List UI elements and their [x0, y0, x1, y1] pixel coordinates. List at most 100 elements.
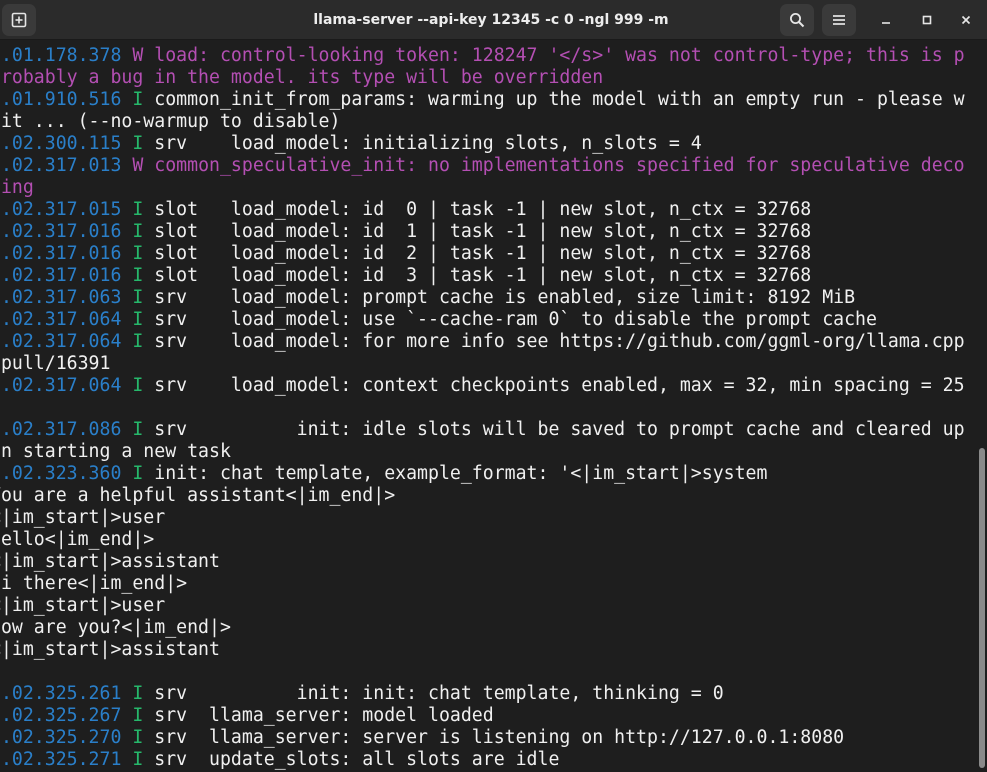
log-line: How are you?<|im_end|> — [0, 617, 976, 639]
log-timestamp: 0.02.317.064 — [0, 375, 122, 396]
log-level: I — [132, 375, 144, 396]
minimize-icon — [882, 22, 890, 24]
log-message: srv load_model: context checkpoints enab… — [154, 375, 965, 396]
log-timestamp: 0.02.317.016 — [0, 243, 122, 264]
log-level: W — [132, 45, 144, 66]
log-level: I — [132, 331, 144, 352]
log-line: 0.02.317.064 I srv load_model: use `--ca… — [0, 309, 976, 331]
log-line: 0.01.910.516 I common_init_from_params: … — [0, 89, 976, 111]
log-level: I — [132, 199, 144, 220]
new-tab-button[interactable] — [2, 4, 36, 36]
log-continuation-text: ait ... (--no-warmup to disable) — [0, 111, 341, 132]
search-button[interactable] — [780, 4, 814, 36]
log-line: 0.02.317.086 I srv init: idle slots will… — [0, 419, 976, 441]
log-line: You are a helpful assistant<|im_end|> — [0, 485, 976, 507]
log-level: I — [132, 133, 144, 154]
hamburger-menu-icon — [833, 15, 845, 25]
maximize-button[interactable] — [914, 7, 940, 33]
log-timestamp: 0.02.317.013 — [0, 155, 122, 176]
log-message: slot load_model: id 2 | task -1 | new sl… — [154, 243, 812, 264]
log-line: 0.02.325.270 I srv llama_server: server … — [0, 727, 976, 749]
log-level: I — [132, 727, 144, 748]
log-line: 0.02.317.016 I slot load_model: id 3 | t… — [0, 265, 976, 287]
log-level: I — [132, 683, 144, 704]
log-line: <|im_start|>user — [0, 507, 976, 529]
log-message: srv load_model: use `--cache-ram 0` to d… — [154, 309, 877, 330]
log-message: slot load_model: id 0 | task -1 | new sl… — [154, 199, 812, 220]
log-timestamp: 0.02.323.360 — [0, 463, 122, 484]
close-icon — [961, 15, 971, 25]
log-line: 0.02.317.063 I srv load_model: prompt ca… — [0, 287, 976, 309]
log-continuation-text: <|im_start|>user — [0, 595, 166, 616]
log-message: srv init: init: chat template, thinking … — [154, 683, 724, 704]
log-continuation-text: on starting a new task — [0, 441, 231, 462]
title-bar: llama-server --api-key 12345 -c 0 -ngl 9… — [0, 0, 987, 40]
log-line: ait ... (--no-warmup to disable) — [0, 111, 976, 133]
log-continuation-text: probably a bug in the model. its type wi… — [0, 67, 604, 88]
log-continuation-text: ding — [0, 177, 34, 198]
log-message: srv load_model: initializing slots, n_sl… — [154, 133, 702, 154]
log-message: load: control-looking token: 128247 '</s… — [154, 45, 965, 66]
log-message: srv load_model: for more info see https:… — [154, 331, 965, 352]
log-level: I — [132, 309, 144, 330]
log-timestamp: 0.02.317.015 — [0, 199, 122, 220]
log-timestamp: 0.02.325.267 — [0, 705, 122, 726]
minimize-button[interactable] — [873, 7, 899, 33]
log-line: ' — [0, 661, 976, 683]
log-timestamp: 0.02.325.261 — [0, 683, 122, 704]
terminal-output[interactable]: 0.01.178.378 W load: control-looking tok… — [0, 45, 976, 772]
log-message: srv llama_server: server is listening on… — [154, 727, 845, 748]
log-line: <|im_start|>assistant — [0, 639, 976, 661]
log-line: 0.02.300.115 I srv load_model: initializ… — [0, 133, 976, 155]
log-level: I — [132, 221, 144, 242]
log-message: srv load_model: prompt cache is enabled,… — [154, 287, 856, 308]
log-continuation-text: <|im_start|>assistant — [0, 639, 220, 660]
log-continuation-text: How are you?<|im_end|> — [0, 617, 231, 638]
log-line: 0.02.317.016 I slot load_model: id 2 | t… — [0, 243, 976, 265]
log-message: srv llama_server: model loaded — [154, 705, 494, 726]
log-line: Hello<|im_end|> — [0, 529, 976, 551]
close-button[interactable] — [953, 7, 979, 33]
new-tab-icon — [11, 12, 27, 28]
log-level: I — [132, 89, 144, 110]
maximize-icon — [922, 15, 932, 25]
log-continuation-text: <|im_start|>assistant — [0, 551, 220, 572]
log-timestamp: 0.02.317.063 — [0, 287, 122, 308]
log-timestamp: 0.02.317.016 — [0, 221, 122, 242]
log-timestamp: 0.02.317.016 — [0, 265, 122, 286]
log-line: 0.02.323.360 I init: chat template, exam… — [0, 463, 976, 485]
log-timestamp: 0.02.317.064 — [0, 331, 122, 352]
log-level: I — [132, 419, 144, 440]
terminal-window: llama-server --api-key 12345 -c 0 -ngl 9… — [0, 0, 987, 772]
menu-button[interactable] — [822, 4, 856, 36]
log-message: common_init_from_params: warming up the … — [154, 89, 965, 110]
log-timestamp: 0.01.178.378 — [0, 45, 122, 66]
log-line: /pull/16391 — [0, 353, 976, 375]
log-message: slot load_model: id 3 | task -1 | new sl… — [154, 265, 812, 286]
log-line: ding — [0, 177, 976, 199]
log-timestamp: 0.02.317.086 — [0, 419, 122, 440]
log-level: I — [132, 705, 144, 726]
window-title: llama-server --api-key 12345 -c 0 -ngl 9… — [313, 12, 669, 28]
log-line: 0.02.325.267 I srv llama_server: model l… — [0, 705, 976, 727]
log-timestamp: 0.01.910.516 — [0, 89, 122, 110]
log-message: common_speculative_init: no implementati… — [154, 155, 965, 176]
log-timestamp: 0.02.325.270 — [0, 727, 122, 748]
log-line: <|im_start|>user — [0, 595, 976, 617]
log-timestamp: 0.02.317.064 — [0, 309, 122, 330]
scrollbar-thumb[interactable] — [979, 448, 985, 768]
log-line: probably a bug in the model. its type wi… — [0, 67, 976, 89]
log-continuation-text: <|im_start|>user — [0, 507, 166, 528]
log-line: 0.02.325.261 I srv init: init: chat temp… — [0, 683, 976, 705]
log-line: on starting a new task — [0, 441, 976, 463]
log-line: 0.02.317.015 I slot load_model: id 0 | t… — [0, 199, 976, 221]
log-message: srv update_slots: all slots are idle — [154, 749, 560, 770]
log-message: slot load_model: id 1 | task -1 | new sl… — [154, 221, 812, 242]
log-level: I — [132, 265, 144, 286]
log-level: I — [132, 463, 144, 484]
log-continuation-text: You are a helpful assistant<|im_end|> — [0, 485, 396, 506]
log-line: 0.02.317.013 W common_speculative_init: … — [0, 155, 976, 177]
log-timestamp: 0.02.325.271 — [0, 749, 122, 770]
log-level: W — [132, 155, 144, 176]
log-continuation-text: /pull/16391 — [0, 353, 111, 374]
